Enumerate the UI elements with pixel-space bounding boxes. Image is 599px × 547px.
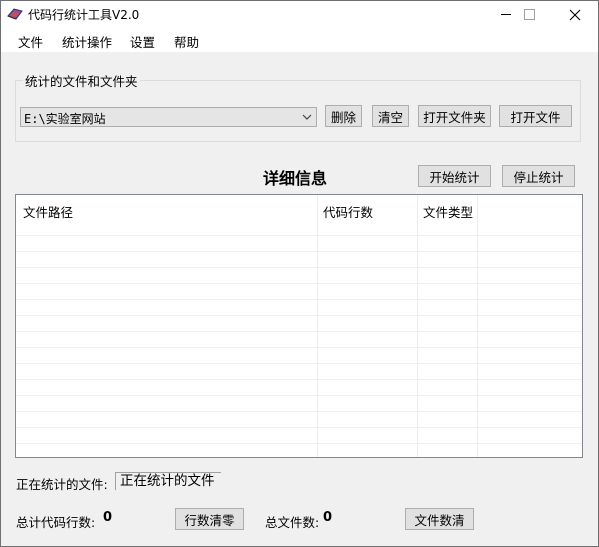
menu-bar: 文件 统计操作 设置 帮助 [1,28,598,52]
grid-line [16,427,582,428]
grid-line [16,347,582,348]
reset-files-button[interactable]: 文件数清 [405,508,474,530]
grid-line [16,315,582,316]
chevron-down-icon[interactable] [302,111,312,123]
path-combobox[interactable]: E:\实验室网站 [20,107,317,127]
open-file-button[interactable]: 打开文件 [499,105,572,127]
menu-settings[interactable]: 设置 [130,32,155,51]
grid-line [16,331,582,332]
total-lines-value: 0 [103,510,113,525]
grid-line [16,395,582,396]
stop-button[interactable]: 停止统计 [502,165,575,187]
open-folder-button[interactable]: 打开文件夹 [418,105,491,127]
app-window: 代码行统计工具V2.0 文件 统计操作 设置 帮助 统计的文件和文件夹 E:\实… [0,0,599,547]
grid-line [16,363,582,364]
detail-title: 详细信息 [263,169,328,188]
window-title: 代码行统计工具V2.0 [28,8,140,22]
reset-lines-button[interactable]: 行数清零 [175,508,244,530]
path-value: E:\实验室网站 [24,112,106,126]
close-button[interactable] [552,1,598,28]
start-button[interactable]: 开始统计 [418,165,491,187]
maximize-button[interactable] [506,1,552,28]
column-header-type[interactable]: 文件类型 [423,202,473,221]
total-lines-label: 总计代码行数: [16,515,96,530]
clear-button[interactable]: 清空 [372,105,409,127]
column-header-path[interactable]: 文件路径 [23,202,73,221]
menu-statistics[interactable]: 统计操作 [62,32,112,51]
groupbox-title: 统计的文件和文件夹 [23,71,140,90]
column-header-lines[interactable]: 代码行数 [323,202,373,221]
grid-line [16,267,582,268]
app-icon [7,7,23,21]
menu-file[interactable]: 文件 [18,32,43,51]
delete-button[interactable]: 删除 [325,105,362,127]
grid-line [16,283,582,284]
grid-line [16,379,582,380]
current-file-label: 正在统计的文件: [16,477,108,492]
title-bar[interactable]: 代码行统计工具V2.0 [1,1,598,28]
maximize-icon [523,9,535,20]
grid-line [16,299,582,300]
grid-line [16,443,582,444]
file-listview[interactable]: 文件路径 代码行数 文件类型 [15,194,583,458]
menu-help[interactable]: 帮助 [174,32,199,51]
grid-line [16,235,582,236]
total-files-value: 0 [323,510,333,525]
close-icon [569,9,581,20]
total-files-label: 总文件数: [265,515,320,530]
current-file-value: 正在统计的文件 [115,472,221,490]
grid-line [16,251,582,252]
grid-line [16,411,582,412]
